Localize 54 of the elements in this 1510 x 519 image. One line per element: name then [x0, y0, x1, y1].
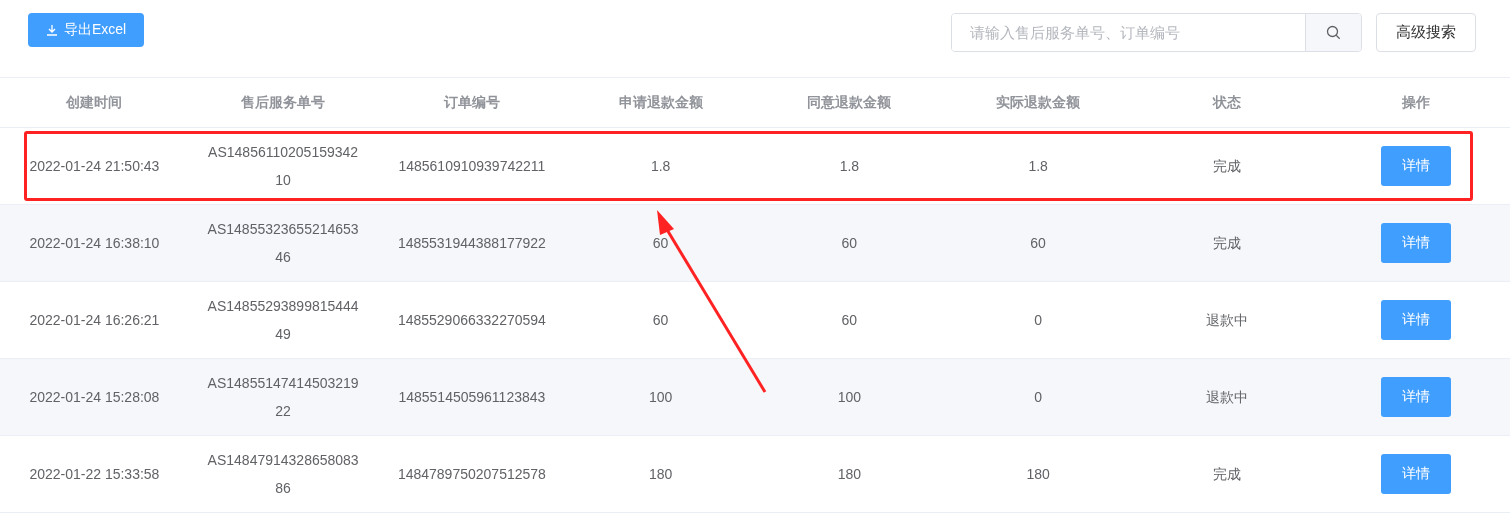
- table-cell-text: 60: [841, 234, 858, 253]
- table-cell-text: 1485514505961123843: [398, 388, 546, 407]
- table-cell-text: 0: [1034, 388, 1042, 407]
- search-field[interactable]: 请输入售后服务单号、订单编号: [951, 13, 1362, 52]
- column-header: 创建时间: [66, 93, 123, 112]
- table-cell-text: 1.8: [1028, 157, 1048, 176]
- table-cell-text: 1485531944388177922: [397, 234, 546, 253]
- column-header: 状态: [1212, 93, 1241, 112]
- table-cell-text: 1.8: [839, 157, 860, 176]
- table-cell-text: 60: [652, 311, 669, 330]
- table-cell-text: 2022-01-22 15:33:58: [29, 465, 160, 484]
- details-button[interactable]: 详情: [1380, 454, 1451, 494]
- table-cell-text: 180: [837, 465, 862, 484]
- table-cell-text: 2022-01-24 21:50:43: [29, 157, 160, 176]
- table-cell-text: 1485610910939742211: [398, 157, 546, 176]
- table-cell-text: 60: [1030, 234, 1046, 253]
- column-header: 申请退款金额: [618, 93, 703, 112]
- table-cell-text: 100: [648, 388, 673, 407]
- details-button[interactable]: 详情: [1380, 377, 1451, 417]
- table-cell-text: 0: [1034, 311, 1042, 330]
- table-cell-text: AS1485532365521465346: [206, 220, 360, 267]
- table-cell-text: 1485529066332270594: [397, 311, 546, 330]
- column-header: 订单编号: [443, 93, 500, 112]
- table-cell-text: 1.8: [650, 157, 671, 176]
- table-cell-text: 2022-01-24 16:26:21: [29, 311, 160, 330]
- table-cell-text: AS1484791432865808386: [206, 451, 360, 498]
- table-cell-text: 60: [652, 234, 669, 253]
- search-button[interactable]: [1305, 14, 1361, 51]
- details-button[interactable]: 详情: [1380, 223, 1451, 263]
- export-button[interactable]: 导出Excel: [28, 12, 145, 47]
- details-button[interactable]: 详情: [1380, 146, 1451, 186]
- table-cell-text: 退款中: [1205, 311, 1248, 330]
- table-cell-text: 180: [1026, 465, 1050, 484]
- table-cell-text: 60: [841, 311, 858, 330]
- column-header: 售后服务单号: [241, 93, 326, 112]
- column-header: 操作: [1401, 93, 1430, 112]
- table-cell-text: 180: [648, 465, 673, 484]
- table-cell-text: AS1485514741450321922: [206, 374, 360, 421]
- advanced-search-button[interactable]: 高级搜索: [1376, 13, 1476, 52]
- table-cell-text: 2022-01-24 15:28:08: [29, 388, 160, 407]
- details-button[interactable]: 详情: [1380, 300, 1451, 340]
- table-cell-text: AS1485611020515934210: [207, 143, 360, 190]
- table-cell-text: 完成: [1212, 157, 1241, 176]
- table-cell-text: 1484789750207512578: [397, 465, 546, 484]
- table-cell-text: 退款中: [1205, 388, 1248, 407]
- table-cell-text: 完成: [1212, 234, 1241, 253]
- column-header: 同意退款金额: [807, 93, 892, 112]
- table-cell-text: 100: [837, 388, 862, 407]
- table-cell-text: AS1485529389981544449: [206, 297, 360, 344]
- download-icon: [46, 23, 58, 36]
- table-cell-text: 2022-01-24 16:38:10: [29, 234, 160, 253]
- table-cell-text: 完成: [1212, 465, 1241, 484]
- column-header: 实际退款金额: [996, 93, 1081, 112]
- search-icon: [1326, 25, 1341, 40]
